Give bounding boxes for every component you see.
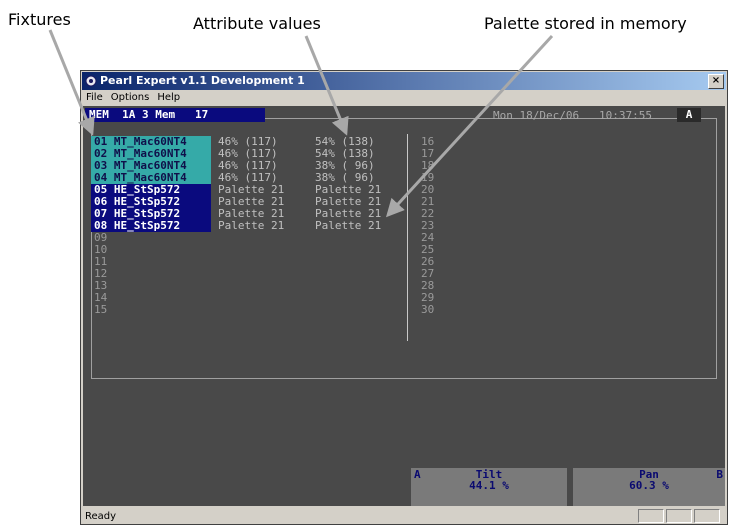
menu-help[interactable]: Help (153, 90, 184, 103)
status-text: Ready (85, 511, 117, 522)
window-title: Pearl Expert v1.1 Development 1 (100, 74, 305, 87)
fixture-label: 15 (94, 303, 108, 316)
encoder-panel-tilt[interactable]: A Tilt 44.1 % (411, 468, 567, 506)
encoder-letter: B (716, 468, 723, 481)
column-divider (407, 134, 408, 341)
fixture-label: 09 (94, 231, 108, 244)
fixture-label: 13 (94, 279, 108, 292)
menu-bar: File Options Help (82, 90, 726, 106)
status-pane (638, 509, 664, 523)
status-pane (694, 509, 720, 523)
memory-status-bar: MEM 1A 3 Mem 17 (85, 108, 265, 122)
attribute-value-2: Palette 21 (315, 219, 382, 232)
callout-palette-stored: Palette stored in memory (484, 14, 687, 33)
fixture-row[interactable]: 10 (83, 244, 403, 256)
menu-options[interactable]: Options (107, 90, 154, 103)
status-pane (666, 509, 692, 523)
encoder-attribute-value: 44.1 % (469, 479, 509, 492)
menu-file[interactable]: File (82, 90, 107, 103)
selected-page-indicator: A (677, 108, 701, 122)
console-screen: MEM 1A 3 Mem 17 Mon 18/Dec/06 10:37:55 A… (83, 106, 725, 506)
app-window: Pearl Expert v1.1 Development 1 × File Op… (80, 70, 728, 525)
fixture-label: 08 HE_StSp572 (91, 220, 211, 232)
fixture-label: 14 (94, 291, 108, 304)
fixture-row[interactable]: 14 (83, 292, 403, 304)
fixture-label: 11 (94, 255, 108, 268)
close-button[interactable]: × (708, 74, 724, 89)
channel-number: 30 (421, 303, 435, 316)
fixture-row[interactable]: 11 (83, 256, 403, 268)
callout-fixtures: Fixtures (8, 10, 71, 29)
encoder-attribute-value: 60.3 % (629, 479, 669, 492)
encoder-panel-pan[interactable]: Pan 60.3 % B (573, 468, 725, 506)
status-bar: Ready (82, 508, 726, 525)
date-time-display: Mon 18/Dec/06 10:37:55 (493, 109, 652, 122)
callout-attribute-values: Attribute values (193, 14, 321, 33)
fixture-label: 12 (94, 267, 108, 280)
title-bar[interactable]: Pearl Expert v1.1 Development 1 × (82, 72, 726, 90)
attribute-value-1: Palette 21 (218, 219, 285, 232)
fixture-row[interactable]: 08 HE_StSp572 Palette 21 Palette 21 (83, 220, 403, 232)
fixture-row[interactable]: 09 (83, 232, 403, 244)
pearl-app-icon (85, 75, 97, 87)
fixture-row[interactable]: 13 (83, 280, 403, 292)
fixture-label: 10 (94, 243, 108, 256)
fixture-row[interactable]: 15 (83, 304, 403, 316)
fixture-row[interactable]: 12 (83, 268, 403, 280)
